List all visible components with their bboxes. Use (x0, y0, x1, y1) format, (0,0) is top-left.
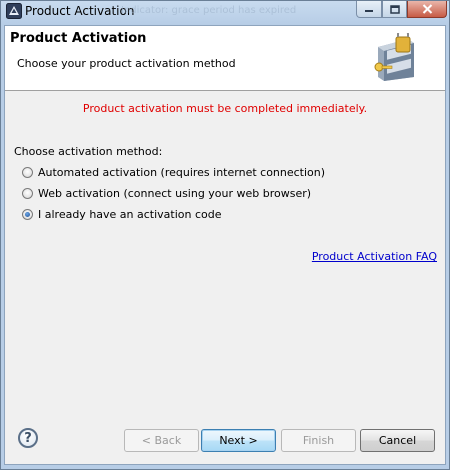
cabinet-lock-key-icon (374, 33, 414, 81)
close-button[interactable] (407, 1, 447, 18)
activation-method-label: Choose activation method: (14, 145, 163, 158)
app-icon (6, 3, 22, 19)
radio-have-activation-code[interactable]: I already have an activation code (22, 206, 222, 222)
radio-button-selected[interactable] (22, 208, 33, 220)
radio-automated-activation[interactable]: Automated activation (requires internet … (22, 164, 325, 180)
radio-button[interactable] (22, 166, 33, 178)
banner-title: Product Activation (10, 31, 147, 46)
radio-label: Web activation (connect using your web b… (38, 186, 312, 200)
minimize-icon (365, 10, 373, 12)
help-icon[interactable]: ? (18, 428, 38, 448)
title-bar[interactable]: Product Activation Indicator: grace peri… (1, 1, 449, 21)
window-title: Product Activation (25, 4, 135, 18)
minimize-button[interactable] (356, 1, 382, 18)
maximize-button[interactable] (382, 1, 407, 18)
banner-subtitle: Choose your product activation method (17, 57, 236, 70)
radio-web-activation[interactable]: Web activation (connect using your web b… (22, 185, 311, 201)
header-banner: Product Activation Choose your product a… (5, 26, 445, 91)
error-message: Product activation must be completed imm… (82, 102, 368, 115)
radio-label: Automated activation (requires internet … (38, 165, 326, 179)
product-activation-faq-link[interactable]: Product Activation FAQ (312, 250, 437, 263)
background-title-text: Indicator: grace period has expired (121, 5, 297, 16)
close-icon (422, 4, 432, 14)
back-button[interactable]: < Back (124, 429, 199, 452)
activation-window: Product Activation Indicator: grace peri… (0, 0, 450, 470)
radio-label: I already have an activation code (38, 207, 222, 221)
radio-button[interactable] (22, 187, 33, 199)
next-button[interactable]: Next > (201, 429, 276, 452)
maximize-icon (389, 4, 400, 14)
dialog-footer: ? < Back Next > Finish Cancel (5, 412, 445, 464)
dialog-client-area: Product Activation Choose your product a… (4, 25, 446, 465)
cancel-button[interactable]: Cancel (360, 429, 435, 452)
finish-button[interactable]: Finish (281, 429, 356, 452)
